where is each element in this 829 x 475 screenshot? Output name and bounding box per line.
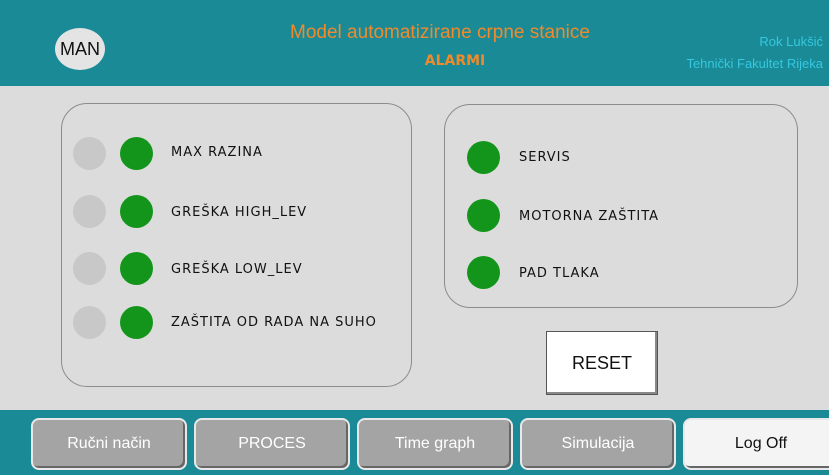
page-subtitle: ALARMI xyxy=(424,53,486,69)
header-bar: MAN Model automatizirane crpne stanice A… xyxy=(0,0,829,86)
alarm-row-greska-high-lev: GREŠKA HIGH_LEV xyxy=(73,195,393,229)
alarm-indicator-inactive xyxy=(73,306,106,339)
alarm-label: GREŠKA HIGH_LEV xyxy=(171,205,308,220)
nav-button-rucni-nacin[interactable]: Ručni način xyxy=(31,418,187,470)
reset-button[interactable]: RESET xyxy=(546,331,658,395)
alarm-row-pad-tlaka: PAD TLAKA xyxy=(467,256,727,290)
alarm-indicator-ok xyxy=(467,256,500,289)
alarm-indicator-inactive xyxy=(73,195,106,228)
alarm-indicator-ok xyxy=(120,306,153,339)
author-affiliation: Tehnički Fakultet Rijeka xyxy=(686,56,823,71)
alarm-indicator-ok xyxy=(120,195,153,228)
alarm-row-servis: SERVIS xyxy=(467,141,727,175)
alarm-row-max-razina: MAX RAZINA xyxy=(73,137,393,171)
alarm-indicator-ok xyxy=(467,199,500,232)
alarm-row-motorna-zastita: MOTORNA ZAŠTITA xyxy=(467,199,727,233)
alarm-label: SERVIS xyxy=(519,150,571,165)
alarm-label: MAX RAZINA xyxy=(171,145,263,160)
nav-button-proces[interactable]: PROCES xyxy=(194,418,350,470)
nav-button-log-off[interactable]: Log Off xyxy=(683,418,829,470)
nav-button-time-graph[interactable]: Time graph xyxy=(357,418,513,470)
alarm-label: MOTORNA ZAŠTITA xyxy=(519,209,660,224)
page-title: Model automatizirane crpne stanice xyxy=(290,22,590,43)
mode-indicator[interactable]: MAN xyxy=(55,28,105,70)
alarm-indicator-inactive xyxy=(73,137,106,170)
alarm-label: ZAŠTITA OD RADA NA SUHO xyxy=(171,315,377,330)
alarm-indicator-ok xyxy=(120,137,153,170)
author-info: Rok Lukšić Tehnički Fakultet Rijeka xyxy=(686,31,823,75)
alarm-indicator-ok xyxy=(467,141,500,174)
alarm-label: PAD TLAKA xyxy=(519,266,600,281)
author-name: Rok Lukšić xyxy=(759,34,823,49)
nav-button-simulacija[interactable]: Simulacija xyxy=(520,418,676,470)
alarm-label: GREŠKA LOW_LEV xyxy=(171,262,303,277)
alarm-row-greska-low-lev: GREŠKA LOW_LEV xyxy=(73,252,393,286)
alarm-indicator-inactive xyxy=(73,252,106,285)
alarm-row-zastita-od-rada: ZAŠTITA OD RADA NA SUHO xyxy=(73,306,403,340)
alarm-indicator-ok xyxy=(120,252,153,285)
